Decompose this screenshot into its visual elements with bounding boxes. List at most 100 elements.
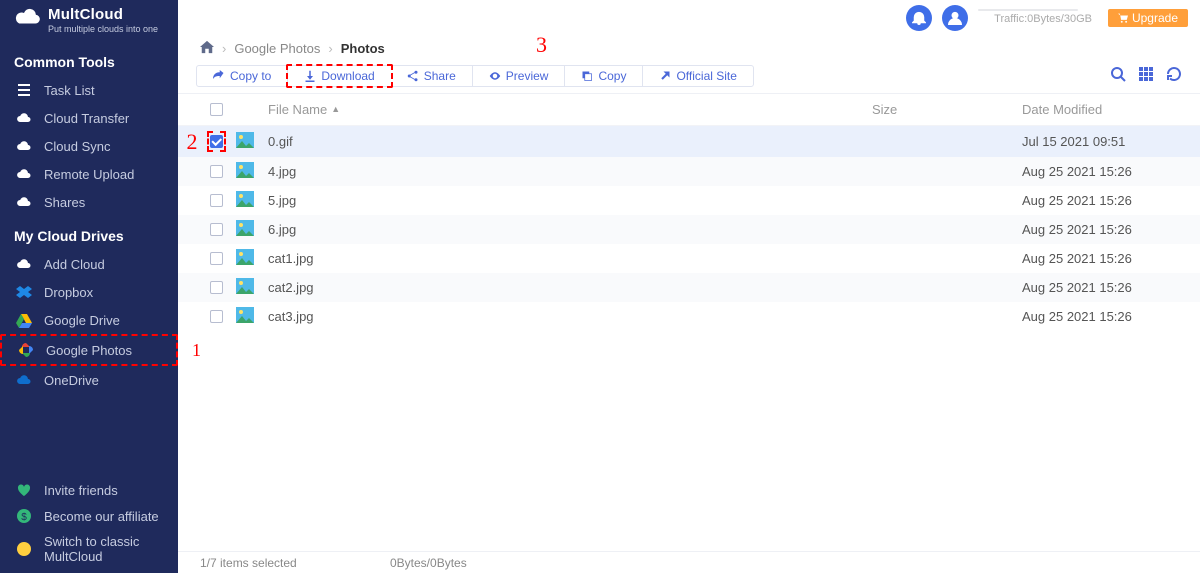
search-icon[interactable] [1110, 66, 1126, 87]
file-type-icon [236, 162, 268, 181]
file-type-icon [236, 191, 268, 210]
row-checkbox[interactable] [210, 223, 223, 236]
sidebar-item-shares[interactable]: Shares [0, 188, 178, 216]
upgrade-label: Upgrade [1132, 11, 1178, 25]
sidebar-item-onedrive[interactable]: OneDrive [0, 366, 178, 394]
toolbar-group: Copy to Download Share Preview Copy Offi… [196, 65, 754, 87]
breadcrumb-separator: › [222, 41, 226, 56]
sidebar-item-task-list[interactable]: Task List [0, 76, 178, 104]
sidebar-item-affiliate[interactable]: $ Become our affiliate [0, 503, 178, 529]
sidebar-item-google-photos[interactable]: Google Photos 1 [0, 334, 178, 366]
profile-button[interactable] [942, 5, 968, 31]
column-header-name[interactable]: File Name ▲ [268, 102, 872, 117]
column-label: File Name [268, 102, 327, 117]
file-name[interactable]: 5.jpg [268, 193, 872, 208]
table-header: File Name ▲ Size Date Modified [178, 94, 1200, 126]
table-row[interactable]: 5.jpgAug 25 2021 15:26 [178, 186, 1200, 215]
google-photos-icon [18, 342, 34, 358]
top-bar: Traffic:0Bytes/30GB Upgrade [178, 0, 1200, 36]
file-name[interactable]: cat1.jpg [268, 251, 872, 266]
table-body: 20.gifJul 15 2021 09:514.jpgAug 25 2021 … [178, 126, 1200, 331]
cloud-share-icon [16, 194, 32, 210]
sidebar-item-dropbox[interactable]: Dropbox [0, 278, 178, 306]
file-name[interactable]: 6.jpg [268, 222, 872, 237]
sidebar-item-google-drive[interactable]: Google Drive [0, 306, 178, 334]
heart-icon [16, 482, 32, 498]
column-header-date[interactable]: Date Modified [1022, 102, 1182, 117]
file-name[interactable]: cat2.jpg [268, 280, 872, 295]
svg-text:$: $ [21, 512, 27, 523]
toolbar: Copy to Download Share Preview Copy Offi… [178, 61, 1200, 93]
refresh-icon[interactable] [1166, 66, 1182, 87]
download-button[interactable]: Download [286, 64, 392, 88]
sidebar-item-label: Google Drive [44, 313, 120, 328]
breadcrumb-link[interactable]: Google Photos [234, 41, 320, 56]
copy-button[interactable]: Copy [565, 66, 643, 86]
official-site-button[interactable]: Official Site [643, 66, 752, 86]
dropbox-icon [16, 284, 32, 300]
file-name[interactable]: 4.jpg [268, 164, 872, 179]
sidebar-item-label: OneDrive [44, 373, 99, 388]
sidebar-item-remote-upload[interactable]: Remote Upload [0, 160, 178, 188]
table-row[interactable]: 6.jpgAug 25 2021 15:26 [178, 215, 1200, 244]
cloud-add-icon [16, 256, 32, 272]
column-header-size[interactable]: Size [872, 102, 1022, 117]
row-checkbox[interactable] [210, 194, 223, 207]
sidebar-item-label: Cloud Sync [44, 139, 110, 154]
preview-button[interactable]: Preview [473, 66, 566, 86]
toolbar-label: Share [424, 69, 456, 83]
status-bar: 1/7 items selected 0Bytes/0Bytes [178, 551, 1200, 573]
file-date: Jul 15 2021 09:51 [1022, 134, 1182, 149]
sidebar-item-label: Cloud Transfer [44, 111, 129, 126]
sidebar-item-add-cloud[interactable]: Add Cloud [0, 250, 178, 278]
toolbar-label: Copy [598, 69, 626, 83]
sidebar: MultCloud Put multiple clouds into one C… [0, 0, 178, 573]
file-type-icon [236, 220, 268, 239]
sidebar-item-label: Shares [44, 195, 85, 210]
row-checkbox[interactable] [210, 135, 223, 148]
file-date: Aug 25 2021 15:26 [1022, 309, 1182, 324]
sidebar-item-invite-friends[interactable]: Invite friends [0, 477, 178, 503]
copy-to-button[interactable]: Copy to [197, 66, 288, 86]
cloud-upload-icon [16, 166, 32, 182]
dollar-icon: $ [16, 508, 32, 524]
sidebar-item-label: Task List [44, 83, 95, 98]
app-logo: MultCloud Put multiple clouds into one [0, 0, 178, 42]
sidebar-item-label: Google Photos [46, 343, 132, 358]
annotation-marker-2: 2 [187, 129, 198, 155]
toolbar-right [1110, 66, 1182, 87]
cloud-sync-icon [16, 138, 32, 154]
share-button[interactable]: Share [391, 66, 473, 86]
row-checkbox[interactable] [210, 281, 223, 294]
table-row[interactable]: 2 0.gif Jul 15 2021 09:51 [178, 126, 1200, 157]
sidebar-item-label: Switch to classic MultCloud [44, 534, 162, 564]
file-name[interactable]: 0.gif [268, 134, 872, 149]
copy-icon [581, 70, 593, 82]
table-row[interactable]: cat3.jpg Aug 25 2021 15:26 [178, 302, 1200, 331]
file-date: Aug 25 2021 15:26 [1022, 251, 1182, 266]
sidebar-item-cloud-transfer[interactable]: Cloud Transfer [0, 104, 178, 132]
notifications-button[interactable] [906, 5, 932, 31]
sidebar-item-cloud-sync[interactable]: Cloud Sync [0, 132, 178, 160]
sort-ascending-icon: ▲ [331, 104, 340, 114]
table-row[interactable]: cat2.jpgAug 25 2021 15:26 [178, 273, 1200, 302]
toolbar-label: Official Site [676, 69, 736, 83]
row-checkbox[interactable] [210, 310, 223, 323]
row-checkbox[interactable] [210, 252, 223, 265]
table-row[interactable]: cat1.jpg Aug 25 2021 15:26 [178, 244, 1200, 273]
select-all-checkbox[interactable] [210, 103, 223, 116]
cloud-transfer-icon [16, 110, 32, 126]
sidebar-item-label: Remote Upload [44, 167, 134, 182]
table-row[interactable]: 4.jpgAug 25 2021 15:26 [178, 157, 1200, 186]
breadcrumb-current: Photos [341, 41, 385, 56]
row-checkbox[interactable] [210, 165, 223, 178]
file-table: File Name ▲ Size Date Modified 2 0.gif Jul… [178, 93, 1200, 551]
upgrade-button[interactable]: Upgrade [1108, 9, 1188, 27]
grid-view-icon[interactable] [1138, 66, 1154, 87]
section-my-cloud-drives: My Cloud Drives [0, 216, 178, 250]
file-name[interactable]: cat3.jpg [268, 309, 872, 324]
sidebar-item-label: Dropbox [44, 285, 93, 300]
sidebar-item-classic[interactable]: Switch to classic MultCloud [0, 529, 178, 569]
breadcrumb: › Google Photos › Photos 3 [178, 36, 1200, 61]
home-icon[interactable] [200, 40, 214, 57]
